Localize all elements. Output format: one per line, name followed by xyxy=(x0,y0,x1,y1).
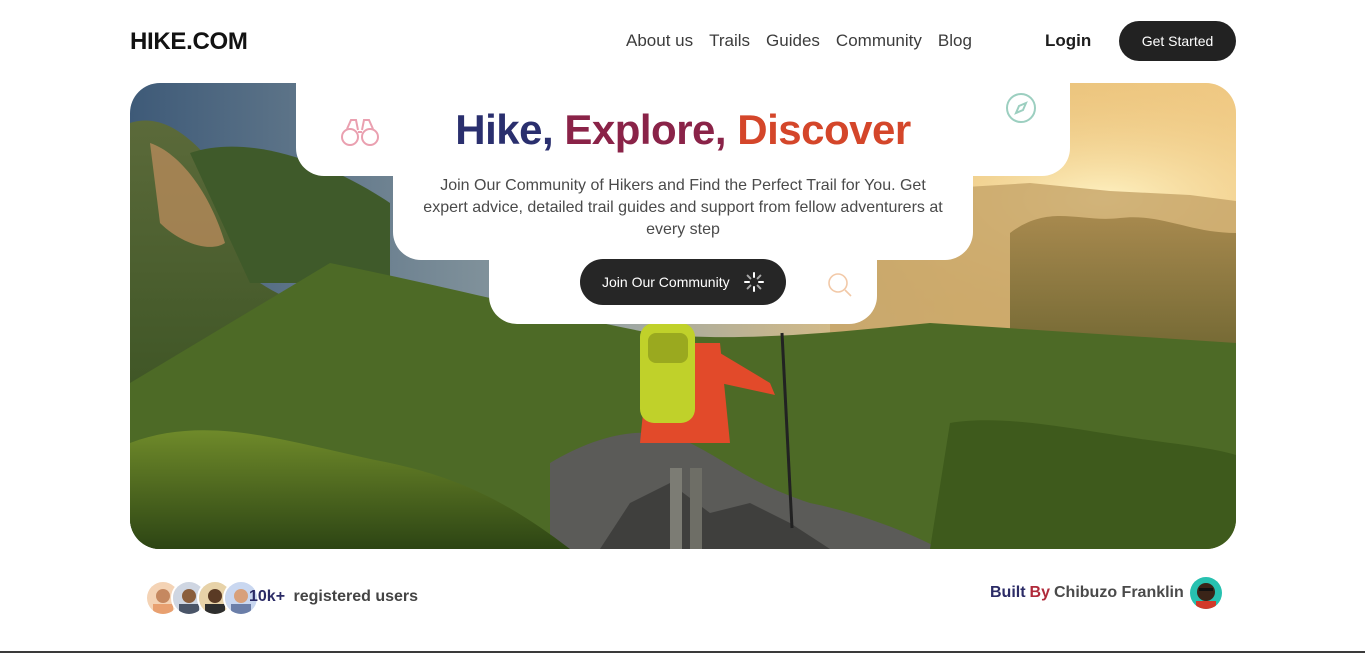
headline-word-discover: Discover xyxy=(737,106,911,153)
hero-headline: Hike, Explore, Discover xyxy=(296,106,1070,154)
join-community-label: Join Our Community xyxy=(602,274,730,290)
headline-word-hike: Hike, xyxy=(455,106,554,153)
nav-link-guides[interactable]: Guides xyxy=(766,31,820,51)
nav-link-about[interactable]: About us xyxy=(626,31,693,51)
nav-link-trails[interactable]: Trails xyxy=(709,31,750,51)
users-count: 10k+ xyxy=(249,588,286,605)
author-name[interactable]: Chibuzo Franklin xyxy=(1054,584,1184,602)
nav-link-blog[interactable]: Blog xyxy=(938,31,972,51)
nav-link-community[interactable]: Community xyxy=(836,31,922,51)
hero-subtitle: Join Our Community of Hikers and Find th… xyxy=(423,177,943,238)
site-logo[interactable]: HIKE.COM xyxy=(130,28,248,56)
user-avatars xyxy=(145,580,259,616)
headline-word-explore: Explore, xyxy=(564,106,727,153)
users-label: registered users xyxy=(293,588,419,605)
search-icon xyxy=(827,272,853,303)
main-nav: About us Trails Guides Community Blog xyxy=(626,31,972,51)
get-started-button[interactable]: Get Started xyxy=(1119,21,1236,61)
credit-built: Built xyxy=(990,584,1026,601)
author-avatar xyxy=(1189,577,1222,609)
credit-by: By xyxy=(1029,584,1050,601)
login-link[interactable]: Login xyxy=(1045,31,1091,51)
join-community-button[interactable]: Join Our Community xyxy=(580,259,786,305)
author-credit: Built By Chibuzo Franklin xyxy=(990,577,1222,609)
loading-spinner-icon xyxy=(744,272,764,295)
registered-users: 10k+ registered users xyxy=(249,588,418,606)
